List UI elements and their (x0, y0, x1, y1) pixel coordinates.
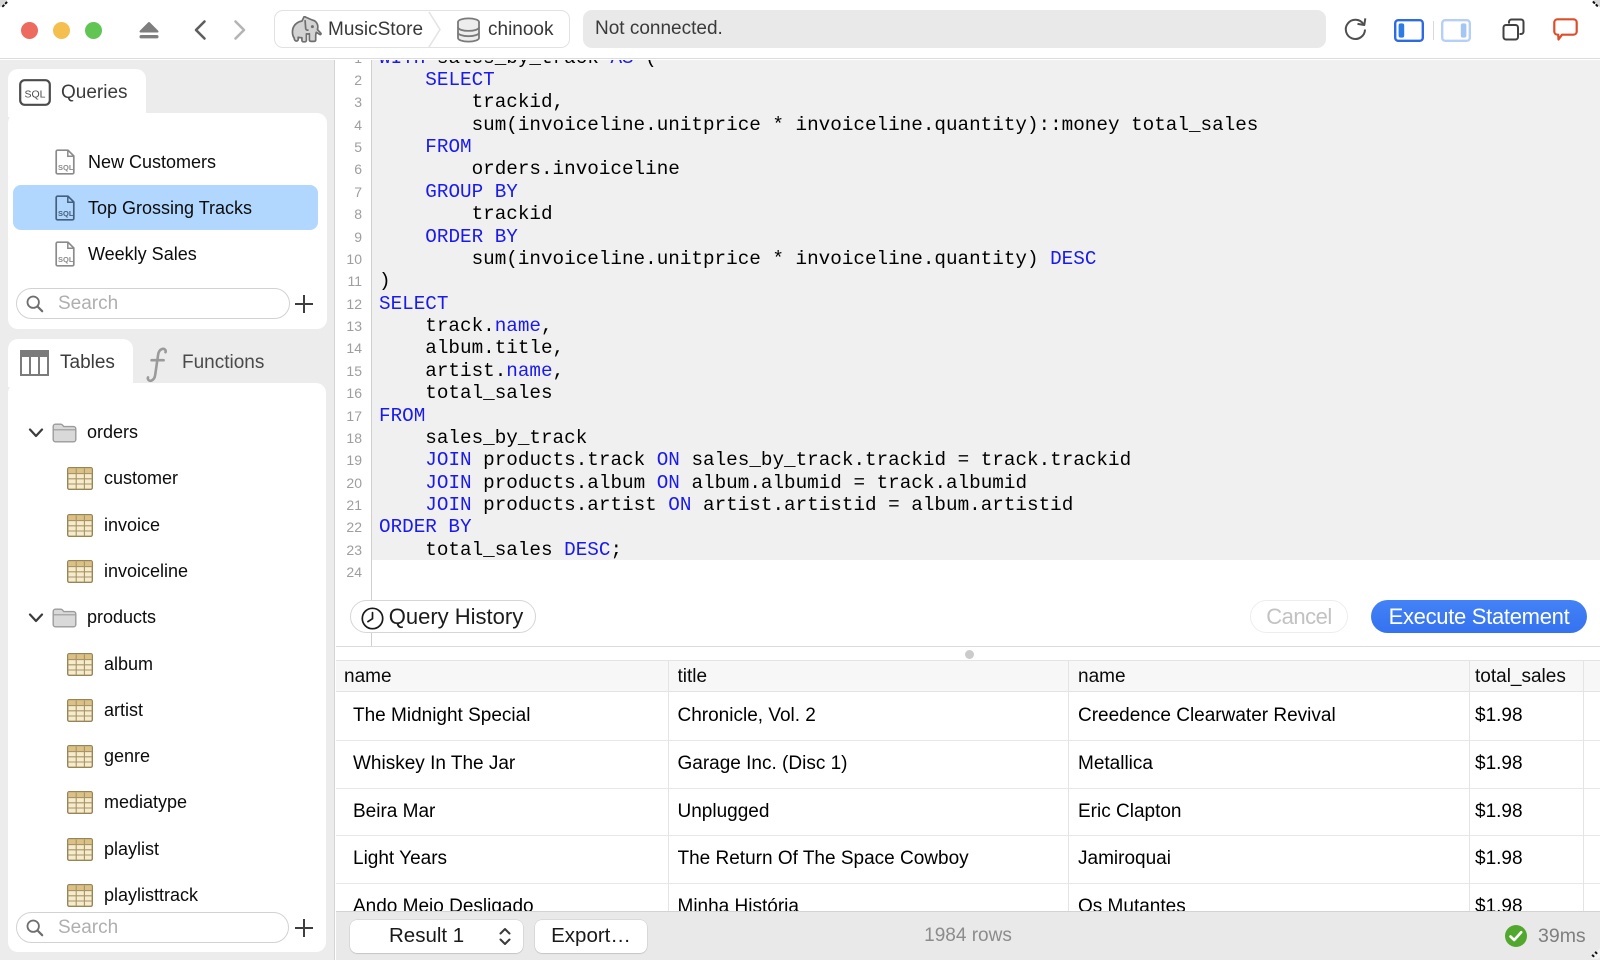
svg-text:SQL: SQL (24, 89, 45, 101)
svg-text:SQL: SQL (58, 209, 74, 218)
svg-text:SQL: SQL (58, 163, 74, 172)
svg-text:SQL: SQL (58, 255, 74, 264)
